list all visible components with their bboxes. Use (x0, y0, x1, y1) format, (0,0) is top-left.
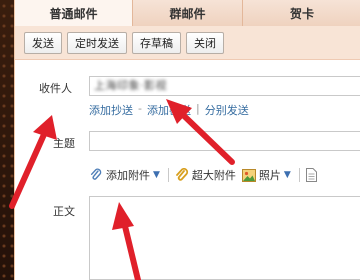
link-separator-dash: - (138, 102, 142, 115)
mail-type-tabs: 普通邮件 群邮件 贺卡 (15, 0, 360, 26)
send-button[interactable]: 发送 (24, 31, 62, 54)
link-separator-bar: | (195, 102, 200, 115)
attachment-bar: 添加附件 ▼ 超大附件 照片 ▼ (89, 165, 317, 185)
divider (167, 168, 169, 182)
paperclip-icon (89, 168, 103, 182)
large-attachment-button[interactable]: 超大附件 (175, 167, 236, 183)
divider (298, 168, 300, 182)
chevron-down-icon[interactable]: ▼ (284, 170, 291, 180)
recipient-options: 添加抄送 - 添加密送 | 分别发送 (89, 102, 249, 118)
separate-send-link[interactable]: 分别发送 (205, 102, 249, 118)
subject-label: 主题 (53, 137, 75, 150)
large-attachment-label: 超大附件 (191, 169, 236, 182)
recipient-input[interactable]: 上海印象·影视 (89, 76, 360, 96)
tab-greeting-card[interactable]: 贺卡 (243, 0, 360, 26)
body-editor[interactable] (89, 196, 360, 280)
photo-label: 照片 (258, 169, 281, 182)
add-bcc-link[interactable]: 添加密送 (147, 102, 191, 118)
chevron-down-icon[interactable]: ▼ (153, 170, 160, 180)
add-cc-link[interactable]: 添加抄送 (89, 102, 133, 118)
tab-normal-mail[interactable]: 普通邮件 (15, 0, 133, 26)
add-attachment-label: 添加附件 (106, 169, 150, 182)
recipient-value: 上海印象·影视 (94, 79, 167, 92)
close-button[interactable]: 关闭 (186, 31, 224, 54)
scheduled-send-button[interactable]: 定时发送 (67, 31, 127, 54)
document-icon[interactable] (305, 168, 317, 182)
large-attachment-icon (175, 168, 189, 182)
save-draft-button[interactable]: 存草稿 (132, 31, 181, 54)
add-attachment-button[interactable]: 添加附件 ▼ (89, 167, 160, 183)
subject-input[interactable] (89, 131, 360, 151)
tab-group-mail[interactable]: 群邮件 (133, 0, 243, 26)
body-label: 正文 (53, 205, 75, 218)
decorative-border (0, 0, 14, 280)
photo-icon (241, 168, 256, 182)
compose-toolbar: 发送 定时发送 存草稿 关闭 (15, 26, 360, 60)
compose-panel: 普通邮件 群邮件 贺卡 发送 定时发送 存草稿 关闭 收件人 上海印象·影视 添… (14, 0, 360, 280)
photo-button[interactable]: 照片 ▼ (241, 167, 291, 183)
recipient-label: 收件人 (39, 82, 72, 95)
